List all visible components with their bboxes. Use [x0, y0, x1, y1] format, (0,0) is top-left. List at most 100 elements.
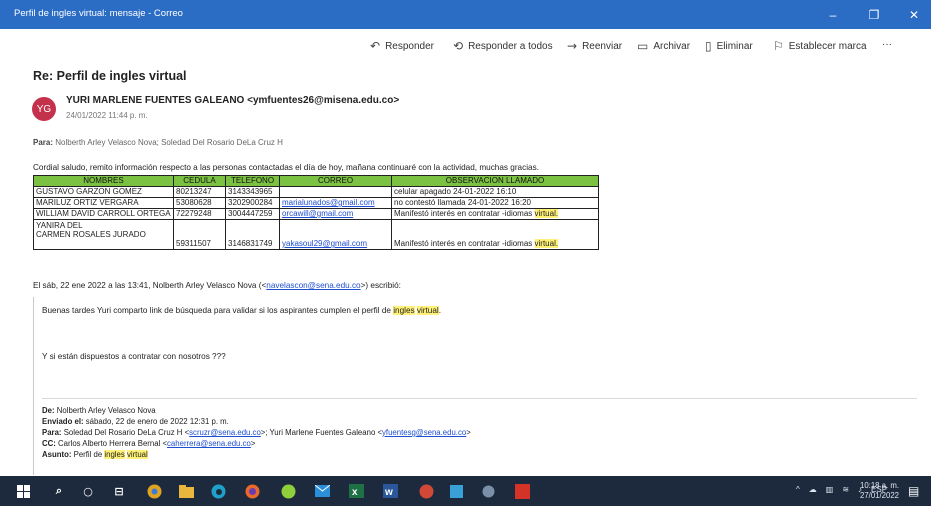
highlight: ingles: [104, 450, 125, 459]
para-line: Para: Soledad Del Rosario DeLa Cruz H <s…: [42, 427, 471, 438]
cell-cedula: 53080628: [173, 197, 226, 209]
quote-body-end: .: [438, 306, 442, 315]
archive-button[interactable]: ▭ Archivar: [637, 39, 690, 53]
more-button[interactable]: ···: [882, 39, 892, 50]
reply-button[interactable]: ↶ Responder: [370, 39, 434, 53]
cell-cedula: 72279248: [173, 208, 226, 220]
window-titlebar: Perfil de ingles virtual: mensaje - Corr…: [0, 0, 931, 29]
cell-telefono: 3146831749: [225, 219, 280, 250]
chevron-up-icon[interactable]: ^: [796, 485, 800, 494]
header-observacion: OBSERVACION LLAMADO: [391, 175, 599, 187]
flag-button[interactable]: ⚐ Establecer marca: [773, 39, 867, 53]
forward-button[interactable]: → Reenviar: [567, 39, 622, 53]
observacion-text: Manifestó interés en contratar -idiomas: [394, 239, 535, 248]
word-icon[interactable]: w: [382, 483, 398, 499]
header-nombres: NOMBRES: [33, 175, 174, 187]
quote-bar: [33, 297, 34, 475]
sent-line: Enviado el: sábado, 22 de enero de 2022 …: [42, 416, 471, 427]
quote-body-line-2: Y si están dispuestos a contratar con no…: [42, 352, 226, 361]
close-button[interactable]: ✕: [897, 0, 931, 29]
quote-body-text: Buenas tardes Yuri comparto link de búsq…: [42, 306, 394, 315]
app-icon[interactable]: [480, 483, 496, 499]
avatar[interactable]: YG: [32, 97, 56, 121]
sender-name[interactable]: YURI MARLENE FUENTES GALEANO <ymfuentes2…: [66, 95, 399, 106]
edge-icon[interactable]: [210, 483, 226, 499]
name-line-1: YANIRA DEL: [36, 221, 83, 230]
search-icon[interactable]: ⌕: [51, 483, 67, 499]
svg-text:w: w: [384, 487, 393, 498]
divider: [42, 398, 917, 399]
highlight: ingles: [393, 306, 415, 315]
message-toolbar: ↶ Responder ⟲ Responder a todos → Reenvi…: [0, 36, 931, 58]
cloud-icon[interactable]: ☁: [809, 485, 817, 494]
email-link[interactable]: orcawill@gmail.com: [282, 209, 353, 218]
email-link[interactable]: yfuentesg@sena.edu.co: [382, 428, 466, 437]
archive-label: Archivar: [653, 40, 691, 52]
window-title: Perfil de ingles virtual: mensaje - Corr…: [14, 8, 183, 19]
cell-cedula: 59311507: [173, 219, 226, 250]
app-icon[interactable]: [418, 483, 434, 499]
recipients-line: Para: Nolberth Arley Velasco Nova; Soled…: [33, 138, 283, 147]
archive-icon: ▭: [637, 39, 649, 53]
delete-button[interactable]: ▯ Eliminar: [705, 39, 753, 53]
cc-text: Carlos Alberto Herrera Bernal <: [58, 439, 168, 448]
app-icon[interactable]: [280, 483, 296, 499]
mail-icon[interactable]: [314, 483, 330, 499]
excel-icon[interactable]: x: [348, 483, 364, 499]
app-icon[interactable]: [448, 483, 464, 499]
notification-icon[interactable]: ▤: [908, 484, 919, 498]
highlight: virtual: [416, 306, 439, 315]
para-text: Soledad Del Rosario DeLa Cruz H <: [63, 428, 190, 437]
reply-all-button[interactable]: ⟲ Responder a todos: [453, 39, 553, 53]
quote-intro-text: El sáb, 22 ene 2022 a las 13:41, Nolbert…: [33, 281, 267, 290]
email-link[interactable]: caherrera@sena.edu.co: [167, 439, 251, 448]
table-row: MARILUZ ORTIZ VERGARA 53080628 320290028…: [33, 197, 599, 209]
asunto-line: Asunto: Perfil de ingles virtual: [42, 449, 471, 460]
quote-body-line-1: Buenas tardes Yuri comparto link de búsq…: [42, 306, 441, 315]
highlight: virtual.: [534, 239, 559, 248]
firefox-icon[interactable]: [244, 483, 260, 499]
cell-cedula: 80213247: [173, 186, 226, 198]
sender-email-link[interactable]: navelascon@sena.edu.co: [266, 281, 360, 290]
cell-telefono: 3202900284: [225, 197, 280, 209]
file-explorer-icon[interactable]: [178, 483, 194, 499]
email-link[interactable]: marialunados@gmail.com: [282, 198, 375, 207]
delete-icon: ▯: [705, 39, 712, 53]
reply-all-label: Responder a todos: [468, 40, 553, 52]
email-link[interactable]: scruzr@sena.edu.co: [189, 428, 261, 437]
email-link[interactable]: yakasoul29@gmail.com: [282, 239, 367, 248]
wifi-icon[interactable]: ≋: [842, 485, 849, 494]
name-line-2: CARMEN ROSALES JURADO: [36, 230, 146, 239]
taskbar: ⌕ ○ ⊟ x w ^ ☁ ▥ ≋ ♪ ESP 10:18 a. m. 27/0…: [0, 476, 931, 506]
table-row: GUSTAVO GARZON GOMEZ 80213247 3143343965…: [33, 186, 599, 198]
cell-correo: orcawill@gmail.com: [279, 208, 392, 220]
sent-value: sábado, 22 de enero de 2022 12:31 p. m.: [85, 417, 229, 426]
cell-correo: yakasoul29@gmail.com: [279, 219, 392, 250]
cortana-icon[interactable]: ○: [80, 483, 96, 499]
cell-observacion: no contestó llamada 24-01-2022 16:20: [391, 197, 599, 209]
maximize-button[interactable]: ❐: [857, 0, 891, 29]
para-text: >; Yuri Marlene Fuentes Galeano <: [260, 428, 382, 437]
task-view-icon[interactable]: ⊟: [111, 483, 127, 499]
header-telefono: TELEFONO: [225, 175, 280, 187]
cell-correo: [279, 186, 392, 198]
highlight: virtual: [126, 450, 148, 459]
cc-line: CC: Carlos Alberto Herrera Bernal <caher…: [42, 438, 471, 449]
acrobat-icon[interactable]: [514, 483, 530, 499]
chrome-icon[interactable]: [146, 483, 162, 499]
asunto-label: Asunto:: [42, 450, 72, 459]
recipients[interactable]: Nolberth Arley Velasco Nova; Soledad Del…: [55, 138, 283, 147]
minimize-button[interactable]: –: [816, 0, 850, 29]
from-label: De:: [42, 406, 55, 415]
reply-icon: ↶: [370, 39, 381, 53]
para-label: Para:: [42, 428, 62, 437]
flag-label: Establecer marca: [788, 40, 867, 52]
cell-observacion: Manifestó interés en contratar -idiomas …: [391, 208, 599, 220]
windows-icon[interactable]: [15, 483, 31, 499]
clock-date: 27/01/2022: [860, 491, 900, 500]
clock[interactable]: 10:18 a. m. 27/01/2022: [860, 481, 899, 501]
table-header-row: NOMBRES CEDULA TELEFONO CORREO OBSERVACI…: [33, 175, 599, 187]
network-icon[interactable]: ▥: [826, 485, 834, 494]
cell-name: MARILUZ ORTIZ VERGARA: [33, 197, 174, 209]
delete-label: Eliminar: [716, 40, 753, 52]
